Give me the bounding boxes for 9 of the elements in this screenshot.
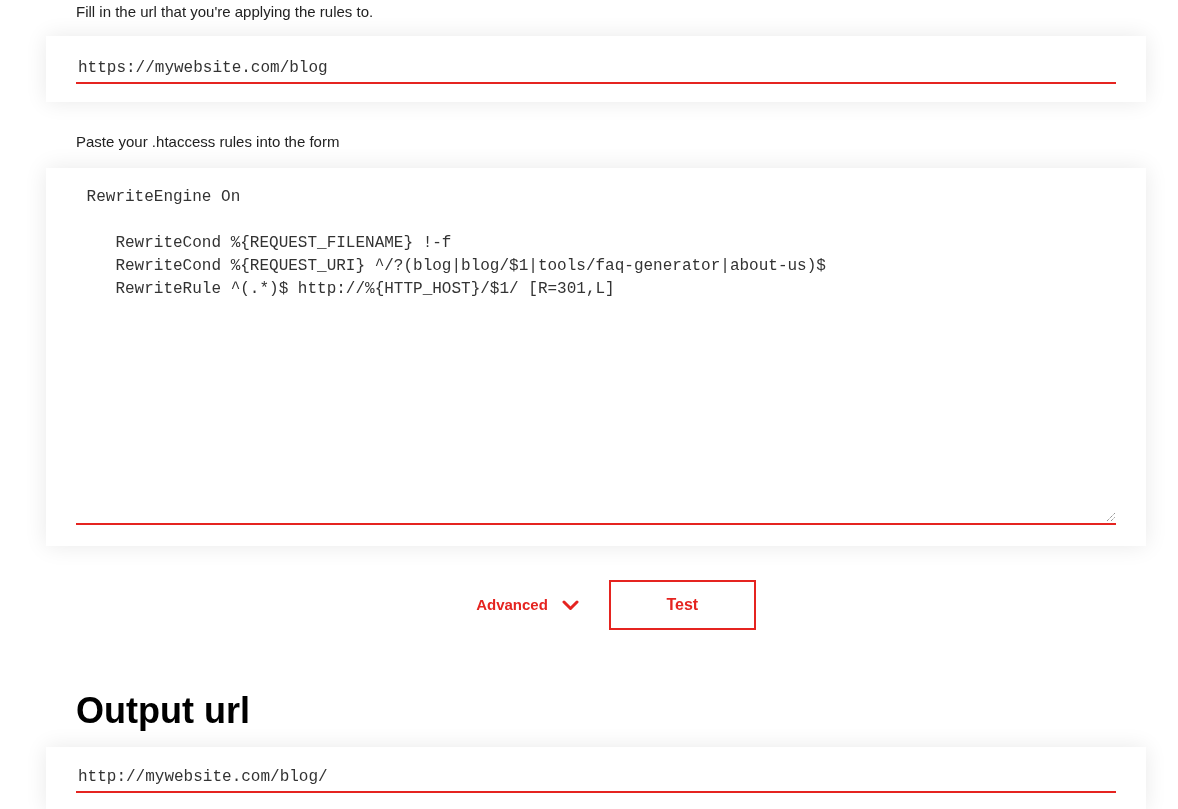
url-input-field[interactable]: https://mywebsite.com/blog: [76, 54, 1116, 84]
output-heading: Output url: [76, 691, 250, 731]
advanced-toggle[interactable]: Advanced: [476, 589, 579, 621]
rules-textarea[interactable]: RewriteEngine On RewriteCond %{REQUEST_FILENAME} !-f RewriteCond %{REQUEST_URI} ^/?(blog|blog/$1|tools/faq-generator|about-us)$ RewriteRule ^(.*)$ http://%{HTTP_HOST}/$1/ [R=301,L]: [76, 180, 1116, 525]
instruction-text: Fill in the url that you're applying the rules to.: [76, 2, 374, 22]
instruction-text: Paste your .htaccess rules into the form: [76, 132, 340, 152]
resize-handle-icon[interactable]: [1106, 512, 1115, 521]
output-url-field[interactable]: http://mywebsite.com/blog/: [76, 763, 1116, 793]
test-button[interactable]: Test: [608, 580, 756, 630]
